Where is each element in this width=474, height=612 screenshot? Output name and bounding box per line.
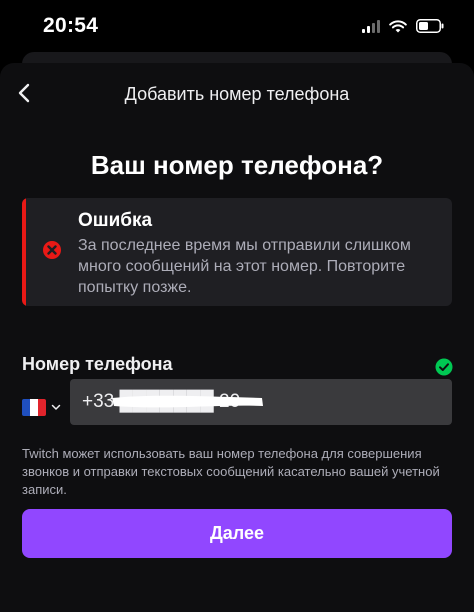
chevron-down-icon bbox=[51, 398, 61, 416]
error-stripe bbox=[22, 198, 26, 306]
status-time: 20:54 bbox=[43, 14, 99, 37]
privacy-disclaimer: Twitch может использовать ваш номер теле… bbox=[22, 446, 440, 497]
page-title: Добавить номер телефона bbox=[124, 84, 350, 104]
cellular-signal-icon bbox=[362, 19, 380, 33]
phone-number-input[interactable]: +33 ███████ 20 bbox=[70, 379, 452, 425]
error-alert: Ошибка За последнее время мы отправили с… bbox=[22, 198, 452, 306]
nav-header: Добавить номер телефона bbox=[0, 63, 474, 127]
status-icons bbox=[362, 17, 444, 35]
status-bar: 20:54 bbox=[0, 0, 474, 50]
france-flag-icon bbox=[22, 398, 46, 416]
battery-icon bbox=[416, 19, 444, 33]
check-circle-icon bbox=[435, 358, 453, 376]
next-button[interactable]: Далее bbox=[22, 509, 452, 558]
error-message: За последнее время мы отправили слишком … bbox=[78, 237, 411, 296]
error-x-circle-icon bbox=[42, 240, 62, 260]
wifi-icon bbox=[389, 19, 407, 33]
add-phone-sheet: Добавить номер телефона Ваш номер телефо… bbox=[0, 63, 474, 612]
redaction-scribble bbox=[110, 392, 265, 412]
phone-field-label: Номер телефона bbox=[22, 354, 173, 374]
error-title: Ошибка bbox=[78, 210, 153, 231]
screen: 20:54 Добавить номер телефона Ваш номер … bbox=[0, 0, 474, 612]
headline: Ваш номер телефона? bbox=[90, 150, 384, 180]
country-code-picker[interactable] bbox=[22, 392, 68, 422]
